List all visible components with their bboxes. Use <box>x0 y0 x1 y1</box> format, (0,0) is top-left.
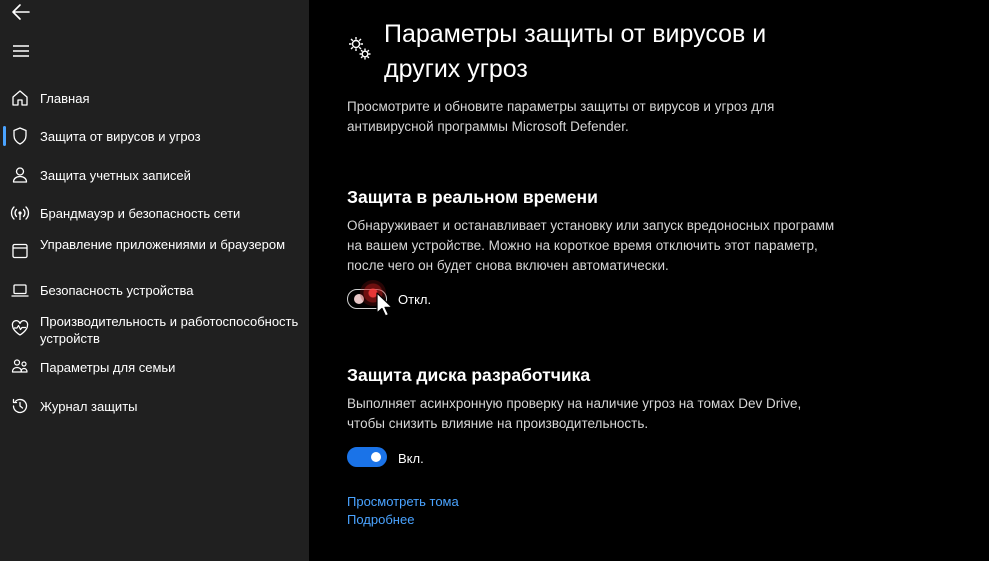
gears-icon <box>346 34 374 62</box>
dev-drive-protection-toggle[interactable] <box>347 447 387 467</box>
back-arrow-icon <box>12 4 30 20</box>
dev-drive-protection-title: Защита диска разработчика <box>347 365 591 385</box>
sidebar-item-label: Безопасность устройства <box>40 283 194 298</box>
realtime-protection-description: Обнаруживает и останавливает установку и… <box>347 218 835 273</box>
toggle-knob <box>371 452 381 462</box>
sidebar-item-protection-history[interactable]: Журнал защиты <box>0 394 309 418</box>
learn-more-link[interactable]: Подробнее <box>347 512 414 527</box>
dev-drive-protection-toggle-label: Вкл. <box>398 451 424 466</box>
sidebar-item-virus-protection[interactable]: Защита от вирусов и угроз <box>0 124 309 148</box>
sidebar-item-device-security[interactable]: Безопасность устройства <box>0 278 309 302</box>
sidebar-item-app-browser-control[interactable]: Управление приложениями и браузером <box>0 234 309 272</box>
page-description: Просмотрите и обновите параметры защиты … <box>347 99 775 134</box>
sidebar-item-firewall[interactable]: Брандмауэр и безопасность сети <box>0 201 309 225</box>
realtime-protection-title: Защита в реальном времени <box>347 187 598 207</box>
view-volumes-link[interactable]: Просмотреть тома <box>347 494 459 509</box>
family-icon <box>10 357 30 377</box>
menu-button[interactable] <box>10 40 32 62</box>
sidebar: Главная Защита от вирусов и угроз Защита… <box>0 0 309 561</box>
sidebar-item-label: Защита от вирусов и угроз <box>40 129 201 144</box>
sidebar-item-label: Брандмауэр и безопасность сети <box>40 206 241 221</box>
mouse-cursor-icon <box>376 292 394 318</box>
selection-indicator <box>3 126 6 146</box>
home-icon <box>10 88 30 108</box>
laptop-icon <box>10 280 30 300</box>
sidebar-item-label: Защита учетных записей <box>40 168 191 183</box>
back-button[interactable] <box>10 1 32 23</box>
wifi-icon <box>10 203 30 223</box>
person-icon <box>10 165 30 185</box>
sidebar-item-label: Производительность и работоспособность у… <box>40 314 299 346</box>
dev-drive-protection-description: Выполняет асинхронную проверку на наличи… <box>347 396 802 431</box>
shield-icon <box>10 126 30 146</box>
history-icon <box>10 396 30 416</box>
sidebar-item-label: Параметры для семьи <box>40 360 176 375</box>
sidebar-item-label: Журнал защиты <box>40 399 138 414</box>
sidebar-item-device-performance[interactable]: Производительность и работоспособность у… <box>0 311 309 349</box>
sidebar-item-family-options[interactable]: Параметры для семьи <box>0 355 309 379</box>
sidebar-item-account-protection[interactable]: Защита учетных записей <box>0 163 309 187</box>
sidebar-item-label: Управление приложениями и браузером <box>40 237 286 252</box>
page-title: Параметры защиты от вирусов и других угр… <box>384 20 767 83</box>
hamburger-icon <box>13 45 29 57</box>
realtime-protection-toggle-label: Откл. <box>398 292 432 307</box>
sidebar-item-home[interactable]: Главная <box>0 86 309 110</box>
app-window-icon <box>10 241 30 261</box>
heart-pulse-icon <box>10 318 30 338</box>
sidebar-item-label: Главная <box>40 91 90 106</box>
